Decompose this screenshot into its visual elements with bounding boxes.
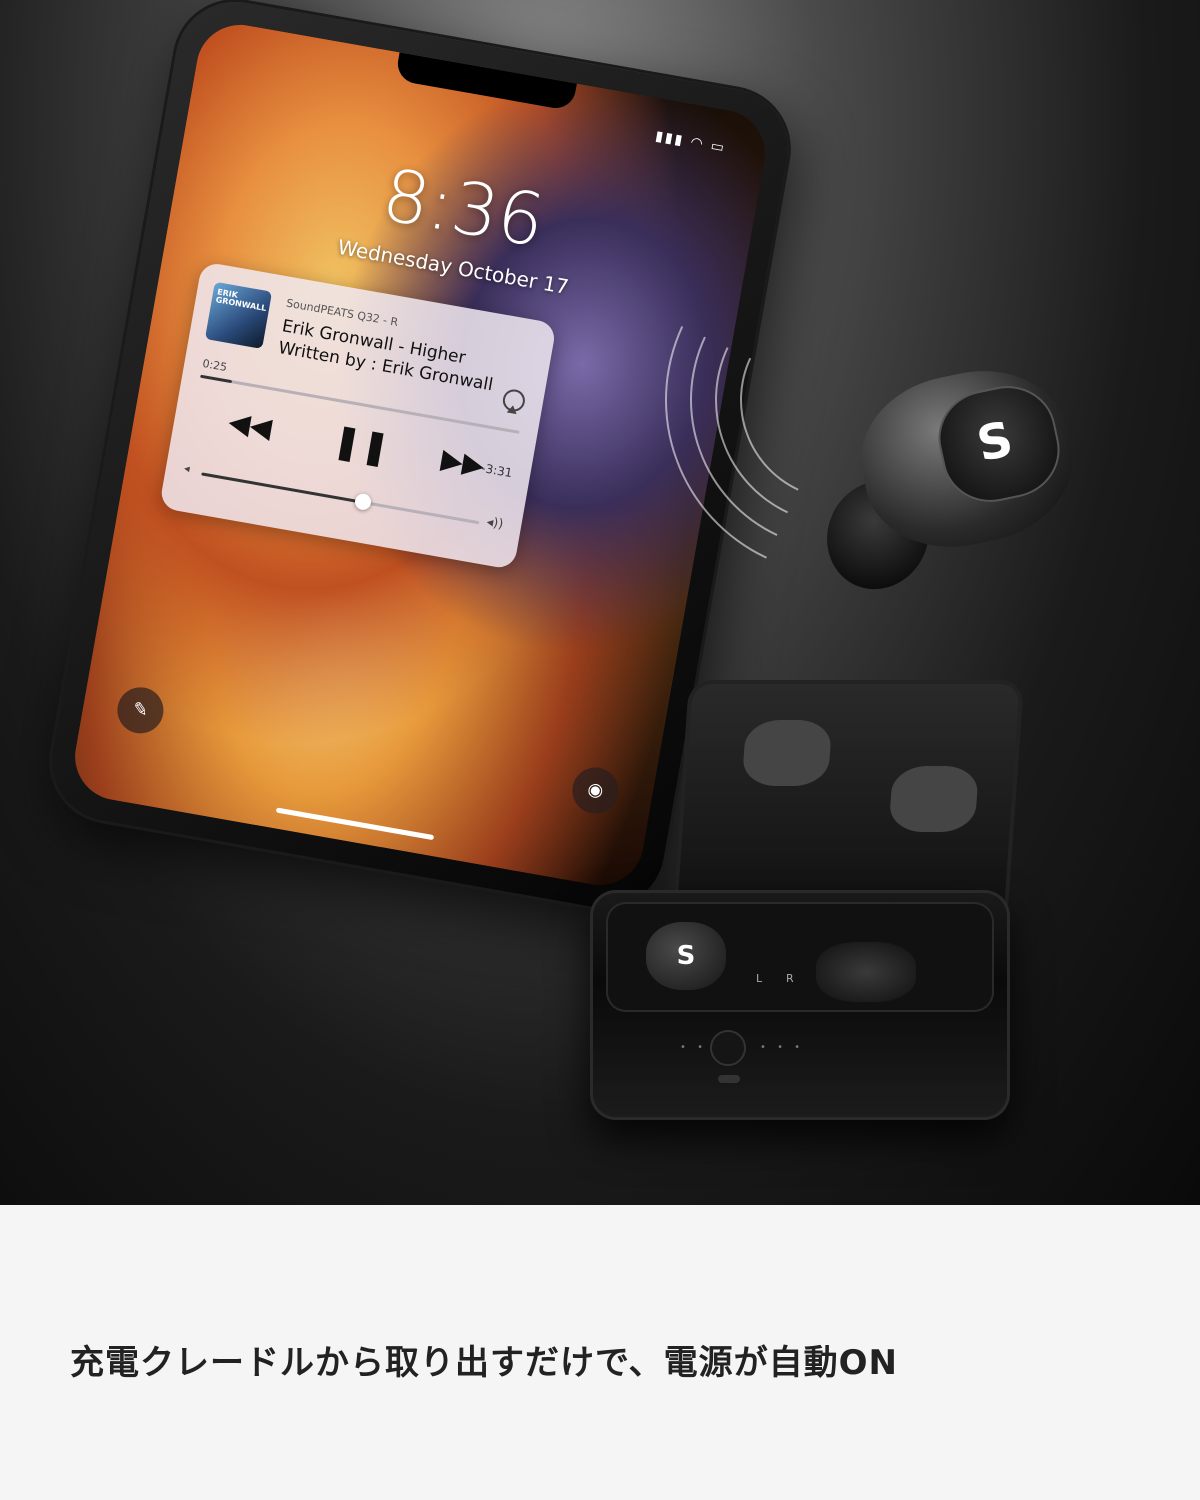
empty-earbud-slot [816, 942, 916, 1002]
case-tray: S L R [606, 902, 994, 1012]
left-slot-label: L [756, 972, 763, 985]
volume-high-icon: ◂)) [485, 514, 505, 533]
volume-low-icon: ◂ [183, 461, 191, 476]
docked-earbud: S [646, 922, 726, 990]
caption-area: 充電クレードルから取り出すだけで、電源が自動ON [0, 1205, 1200, 1500]
playback-progress-fill [200, 374, 233, 384]
elapsed-time: 0:25 [201, 356, 229, 375]
charging-case: S L R • • • • • • [580, 680, 1025, 1140]
volume-fill [201, 472, 363, 504]
right-slot-label: R [786, 972, 794, 985]
status-bar-icons: ▮▮▮ ◠ ▭ [654, 128, 728, 157]
pause-icon[interactable]: ❚❚ [329, 415, 394, 474]
album-art-text: ERIK GRONWALL [215, 287, 267, 313]
case-base: S L R • • • • • • [590, 890, 1010, 1120]
usb-port [718, 1075, 740, 1083]
airplay-icon[interactable] [501, 387, 527, 414]
volume-knob[interactable] [353, 492, 372, 512]
floating-earbud: S [615, 175, 1088, 625]
caption-text: 充電クレードルから取り出すだけで、電源が自動ON [70, 1343, 898, 1383]
flashlight-icon[interactable]: ✎ [113, 683, 168, 737]
battery-led-dots: • • • [760, 1042, 805, 1053]
now-playing-widget: ERIK GRONWALL SoundPEATS Q32 - R Erik Gr… [158, 261, 557, 570]
fast-forward-icon[interactable]: ▶▶ [437, 434, 488, 491]
soundpeats-logo-icon: S [972, 411, 1018, 473]
case-power-button [710, 1030, 746, 1066]
album-art: ERIK GRONWALL [204, 281, 273, 349]
product-photo: ▮▮▮ ◠ ▭ 8:36 Wednesday October 17 ERIK G… [0, 0, 1200, 1205]
lid-pocket [888, 766, 980, 832]
rewind-icon[interactable]: ◀◀ [225, 397, 276, 454]
lid-pocket [741, 720, 833, 786]
